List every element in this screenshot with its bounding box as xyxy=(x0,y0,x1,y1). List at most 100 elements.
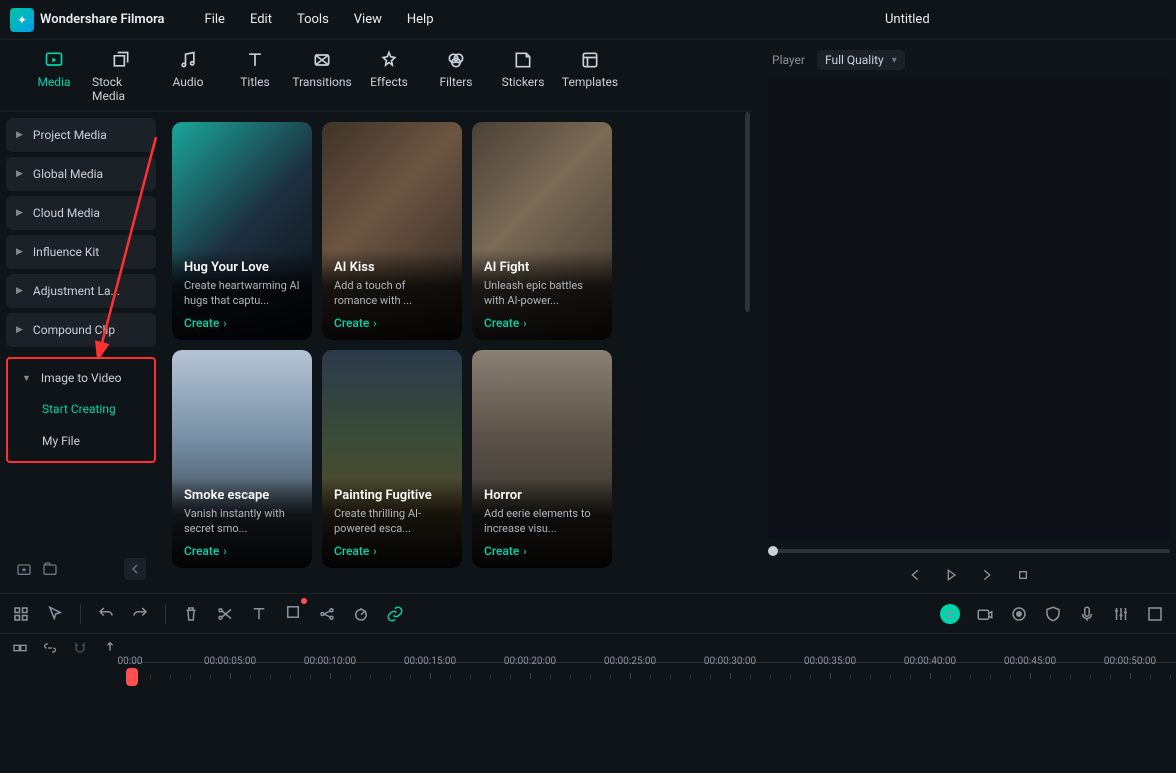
magnet-icon[interactable] xyxy=(72,640,88,656)
chevron-left-icon xyxy=(127,561,143,577)
track-link-icon[interactable] xyxy=(12,640,28,656)
card-title: Painting Fugitive xyxy=(334,488,450,503)
card-create-link[interactable]: Create › xyxy=(484,316,600,330)
card-create-link[interactable]: Create › xyxy=(334,316,450,330)
app-name: Wondershare Filmora xyxy=(40,12,165,27)
menu-tools[interactable]: Tools xyxy=(297,12,329,27)
menu-edit[interactable]: Edit xyxy=(250,12,272,27)
tab-audio[interactable]: Audio xyxy=(159,50,217,111)
cursor-icon[interactable] xyxy=(46,605,64,623)
tab-titles[interactable]: Titles xyxy=(226,50,284,111)
chevron-right-icon: ▶ xyxy=(16,169,23,179)
sidebar-item-global-media[interactable]: ▶Global Media xyxy=(6,157,156,191)
new-folder-icon[interactable] xyxy=(16,561,32,577)
tab-effects[interactable]: Effects xyxy=(360,50,418,111)
chevron-right-icon: ▶ xyxy=(16,247,23,257)
sidebar-item-label: Adjustment La... xyxy=(33,284,120,298)
media-tabs: Media Stock Media Audio Titles Transitio… xyxy=(0,45,752,112)
sidebar-item-compound-clip[interactable]: ▶Compound Clip xyxy=(6,313,156,347)
expand-icon[interactable] xyxy=(1146,605,1164,623)
card-title: AI Kiss xyxy=(334,260,450,275)
timeline-panel: 00:0000:00:05:0000:00:10:0000:00:15:0000… xyxy=(0,593,1176,773)
mixer-icon[interactable] xyxy=(1112,605,1130,623)
grid-icon[interactable] xyxy=(12,605,30,623)
menu-file[interactable]: File xyxy=(205,12,225,27)
sidebar-subitem-start-creating[interactable]: Start Creating xyxy=(12,393,150,425)
quality-select[interactable]: Full Quality ▾ xyxy=(817,50,905,70)
sidebar-subitem-my-file[interactable]: My File xyxy=(12,425,150,457)
menu-help[interactable]: Help xyxy=(407,12,434,27)
card-desc: Create thrilling AI-powered esca... xyxy=(334,507,450,536)
tab-transitions[interactable]: Transitions xyxy=(293,50,351,111)
scissors-icon[interactable] xyxy=(216,605,234,623)
mic-icon[interactable] xyxy=(1078,605,1096,623)
quality-value: Full Quality xyxy=(825,53,884,67)
card-create-link[interactable]: Create › xyxy=(334,544,450,558)
prev-frame-icon[interactable] xyxy=(907,567,923,583)
template-card[interactable]: AI Kiss Add a touch of romance with ... … xyxy=(322,122,462,340)
tab-filters[interactable]: Filters xyxy=(427,50,485,111)
play-icon[interactable] xyxy=(943,567,959,583)
sidebar-item-project-media[interactable]: ▶Project Media xyxy=(6,118,156,152)
card-desc: Create heartwarming AI hugs that captu..… xyxy=(184,279,300,308)
sidebar-item-adjustment-layer[interactable]: ▶Adjustment La... xyxy=(6,274,156,308)
progress-handle[interactable] xyxy=(768,546,778,556)
shield-icon[interactable] xyxy=(1044,605,1062,623)
nodes-icon[interactable] xyxy=(318,605,336,623)
sidebar-item-influence-kit[interactable]: ▶Influence Kit xyxy=(6,235,156,269)
tab-label: Stock Media xyxy=(92,75,150,103)
sidebar-item-label: Compound Clip xyxy=(33,323,115,337)
playhead-handle[interactable] xyxy=(126,668,138,686)
tab-media[interactable]: Media xyxy=(25,50,83,111)
camera-icon[interactable] xyxy=(976,605,994,623)
undo-icon[interactable] xyxy=(97,605,115,623)
template-card[interactable]: AI Fight Unleash epic battles with AI-po… xyxy=(472,122,612,340)
tab-label: Media xyxy=(37,75,70,89)
ruler-tick: 00:00:05:00 xyxy=(204,656,256,667)
card-desc: Unleash epic battles with AI-power... xyxy=(484,279,600,308)
stop-icon[interactable] xyxy=(1015,567,1031,583)
document-title: Untitled xyxy=(885,12,930,27)
template-card[interactable]: Painting Fugitive Create thrilling AI-po… xyxy=(322,350,462,568)
speed-icon[interactable] xyxy=(352,605,370,623)
timeline-ruler[interactable]: 00:0000:00:05:0000:00:10:0000:00:15:0000… xyxy=(130,662,1176,680)
template-card[interactable]: Horror Add eerie elements to increase vi… xyxy=(472,350,612,568)
crop-icon[interactable] xyxy=(284,603,302,621)
ruler-tick: 00:00:25:00 xyxy=(604,656,656,667)
link-icon[interactable] xyxy=(386,605,404,623)
tab-label: Effects xyxy=(370,75,408,89)
collapse-sidebar-button[interactable] xyxy=(124,558,146,580)
marker-icon[interactable] xyxy=(102,640,118,656)
folder-icon[interactable] xyxy=(42,561,58,577)
sidebar-item-label: Cloud Media xyxy=(33,206,100,220)
sidebar-item-image-to-video[interactable]: ▼ Image to Video xyxy=(12,363,150,393)
record-icon[interactable] xyxy=(1010,605,1028,623)
tab-stock-media[interactable]: Stock Media xyxy=(92,50,150,111)
tab-stickers[interactable]: Stickers xyxy=(494,50,552,111)
tab-label: Filters xyxy=(439,75,472,89)
media-lower: ▶Project Media ▶Global Media ▶Cloud Medi… xyxy=(0,112,752,593)
tab-label: Titles xyxy=(240,75,269,89)
sidebar-item-cloud-media[interactable]: ▶Cloud Media xyxy=(6,196,156,230)
template-card[interactable]: Smoke escape Vanish instantly with secre… xyxy=(172,350,312,568)
card-title: Horror xyxy=(484,488,600,503)
template-card[interactable]: Hug Your Love Create heartwarming AI hug… xyxy=(172,122,312,340)
tab-templates[interactable]: Templates xyxy=(561,50,619,111)
preview-viewport[interactable] xyxy=(768,78,1170,539)
scrollbar[interactable] xyxy=(745,112,750,312)
next-frame-icon[interactable] xyxy=(979,567,995,583)
menu-view[interactable]: View xyxy=(354,12,382,27)
preview-progress[interactable] xyxy=(768,549,1170,553)
title-bar: ✦ Wondershare Filmora File Edit Tools Vi… xyxy=(0,0,1176,40)
card-create-link[interactable]: Create › xyxy=(184,544,300,558)
trash-icon[interactable] xyxy=(182,605,200,623)
chain-icon[interactable] xyxy=(42,640,58,656)
ai-smiley-icon[interactable] xyxy=(940,604,960,624)
text-icon[interactable] xyxy=(250,605,268,623)
redo-icon[interactable] xyxy=(131,605,149,623)
ruler-tick: 00:00:45:00 xyxy=(1004,656,1056,667)
tab-label: Transitions xyxy=(292,75,351,89)
card-create-link[interactable]: Create › xyxy=(184,316,300,330)
tab-label: Audio xyxy=(173,75,204,89)
card-create-link[interactable]: Create › xyxy=(484,544,600,558)
